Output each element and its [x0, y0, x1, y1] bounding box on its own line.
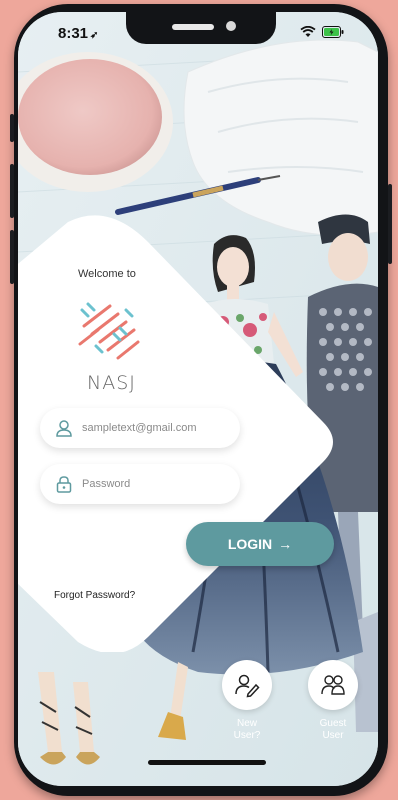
login-label: LOGIN: [227, 536, 273, 552]
brand-name: NASJ: [87, 372, 136, 394]
email-input[interactable]: [80, 421, 234, 435]
power-button: [388, 184, 392, 264]
volume-down-button: [10, 230, 14, 284]
app-screen: 8:31 ➶ Welcome to NASJ sampletext@gmail.…: [18, 12, 378, 786]
wifi-icon: [300, 26, 316, 37]
status-icons: [300, 26, 344, 38]
speaker-grille: [172, 24, 214, 30]
location-arrow-icon: ➶: [90, 30, 99, 41]
email-field[interactable]: [40, 408, 240, 448]
new-user-button[interactable]: [222, 660, 272, 710]
mute-switch: [10, 114, 14, 142]
home-indicator[interactable]: [148, 760, 266, 765]
battery-icon: [322, 26, 344, 38]
forgot-password-link[interactable]: Forgot Password?: [54, 590, 135, 601]
user-icon: [54, 418, 74, 438]
front-camera: [226, 21, 236, 31]
new-user-label: New User?: [233, 718, 261, 741]
arrow-right-icon: →: [278, 536, 293, 552]
brand-logo-icon: [78, 302, 140, 360]
password-input[interactable]: [80, 477, 234, 491]
users-group-icon: [321, 675, 345, 695]
guest-user-label: Guest User: [319, 718, 347, 741]
add-user-pen-icon: [235, 674, 260, 698]
login-button[interactable]: LOGIN →: [186, 522, 334, 566]
notch: [126, 12, 276, 44]
status-time: 8:31 ➶: [58, 25, 99, 42]
volume-up-button: [10, 164, 14, 218]
welcome-text: Welcome to: [78, 268, 136, 280]
password-field[interactable]: [40, 464, 240, 504]
lock-icon: [54, 474, 74, 494]
guest-user-button[interactable]: [308, 660, 358, 710]
